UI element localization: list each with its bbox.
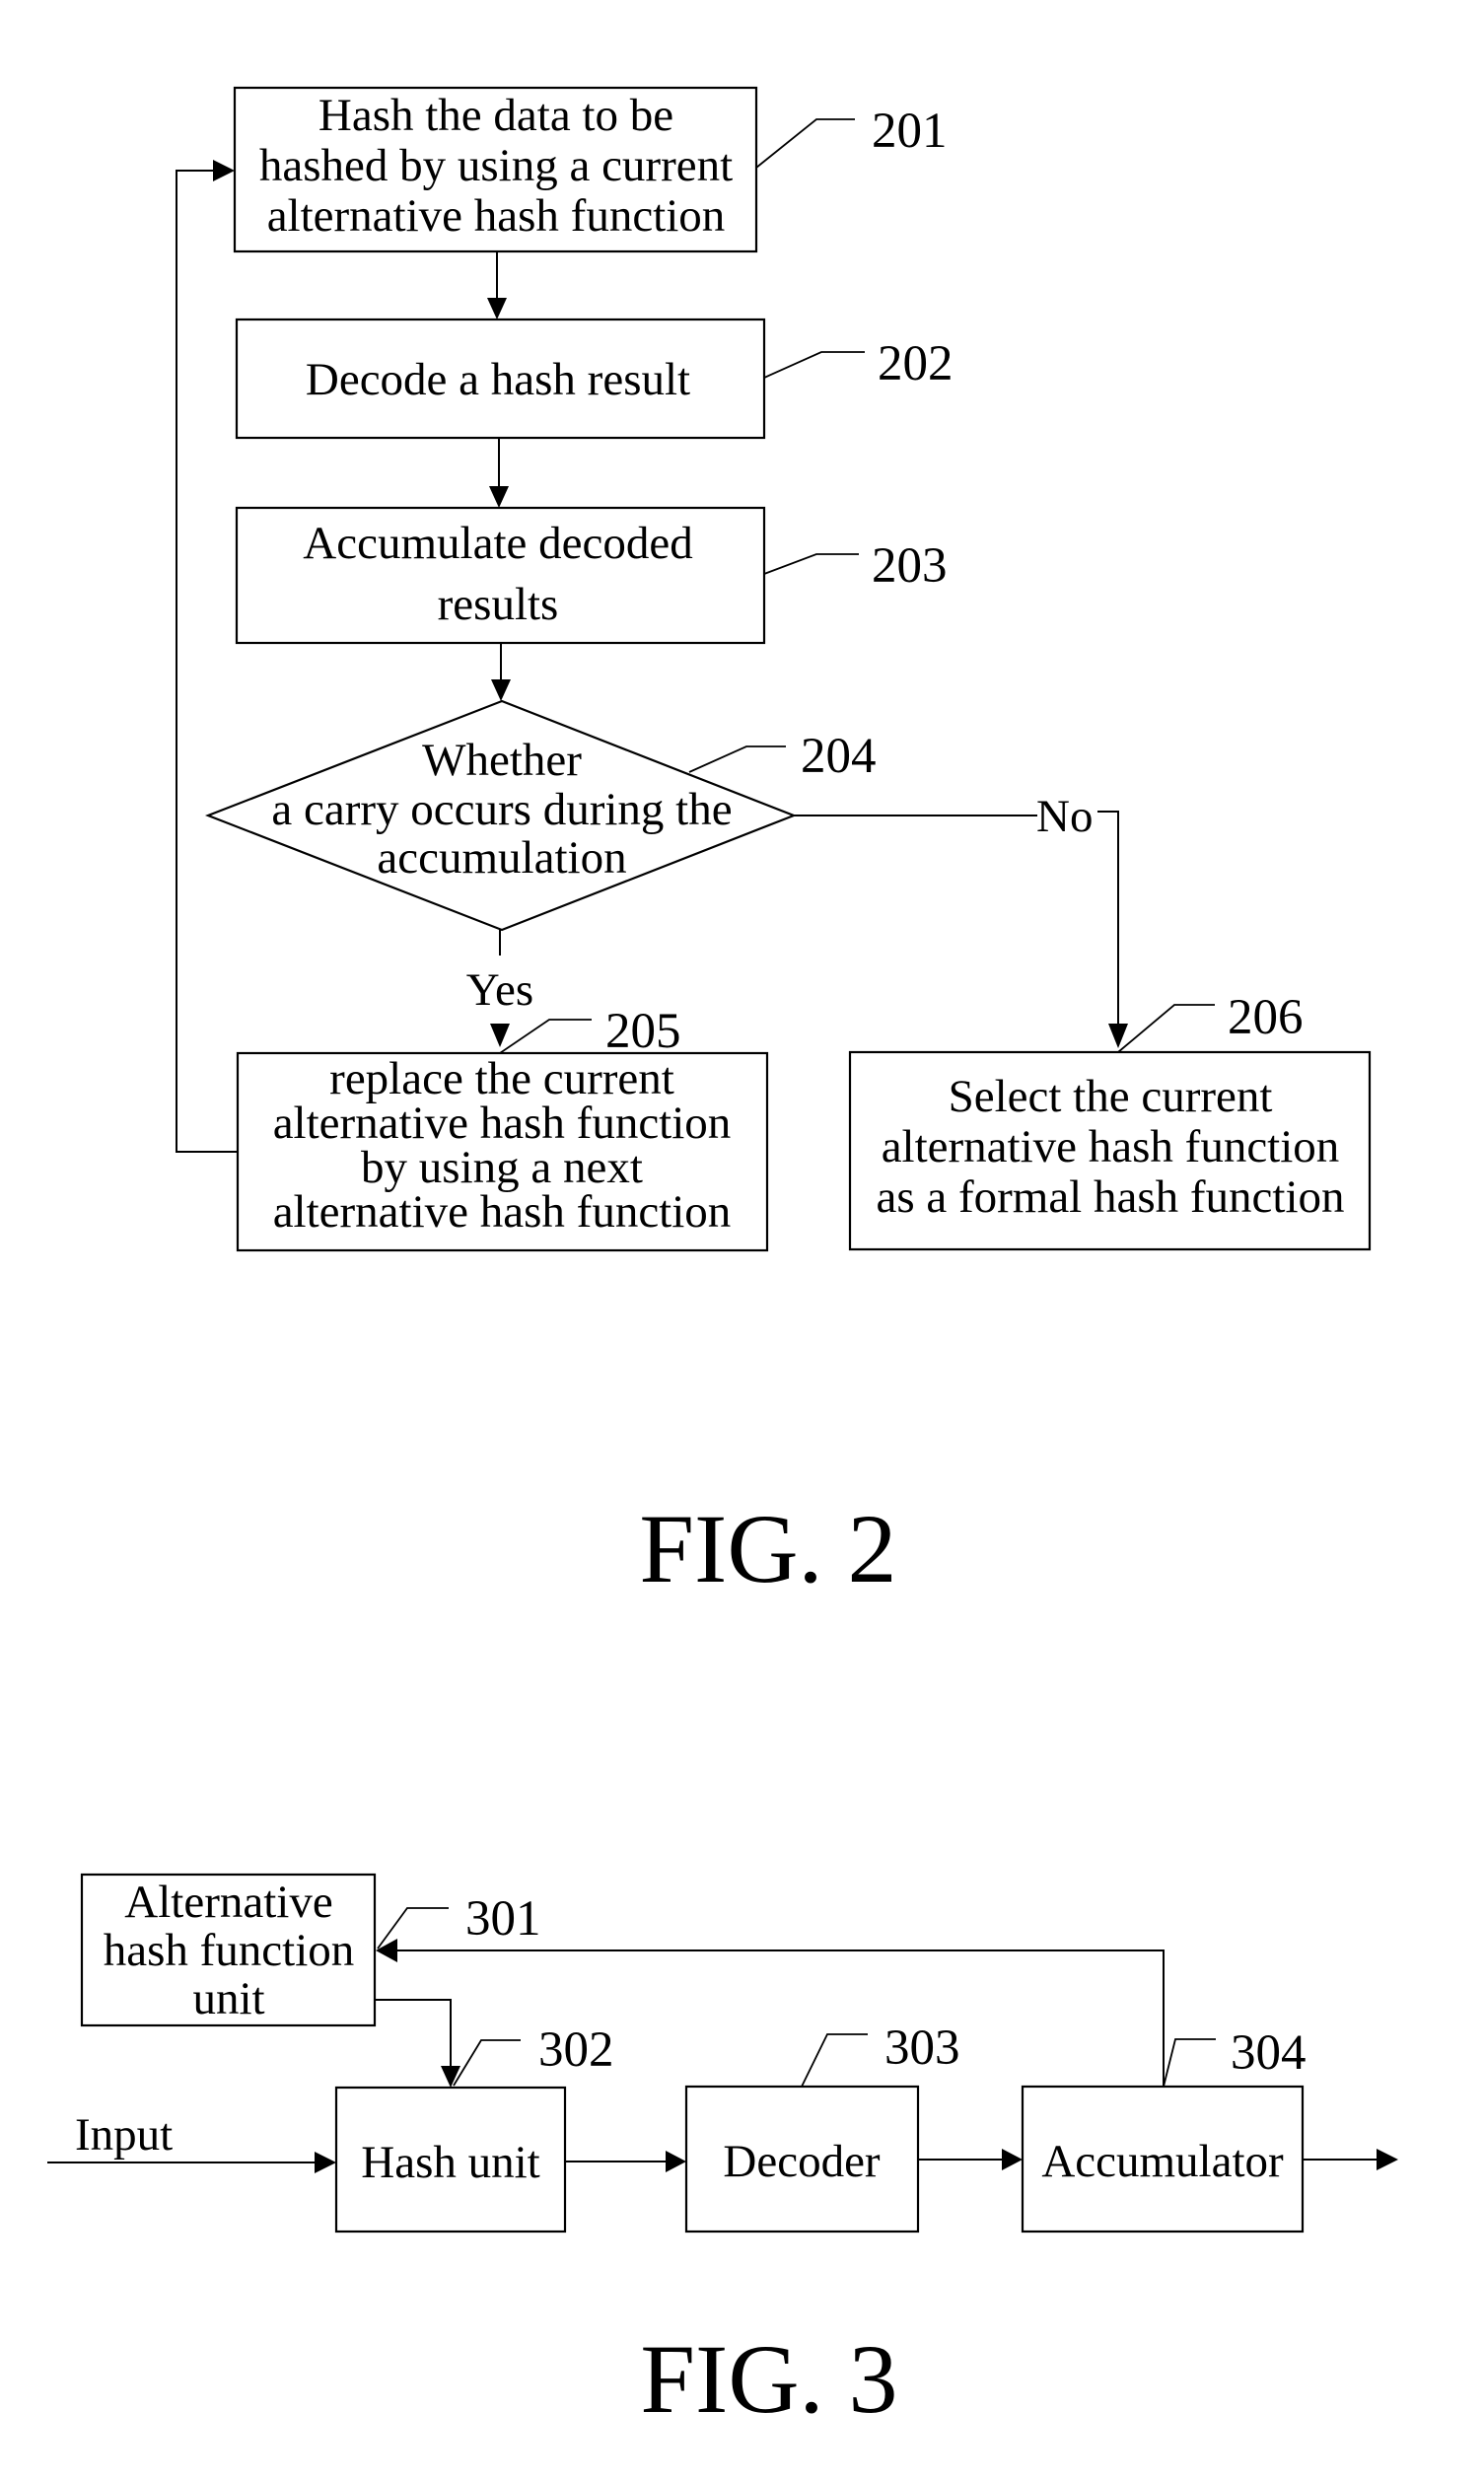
step-203-line-2: results	[438, 579, 559, 630]
ref-201-leader-line	[755, 118, 855, 169]
no-branch-label: No	[1036, 791, 1093, 842]
ref-203-leader-line	[763, 553, 859, 575]
feedback-line	[396, 1949, 1165, 2087]
step-202-box: Decode a hash result	[235, 318, 766, 440]
block-302-label: Hash unit	[361, 2137, 539, 2188]
ref-301-label: 301	[465, 1891, 541, 1947]
patent-drawing-sheet: Hash the data to be hashed by using a cu…	[47, 86, 1398, 2434]
fig3-caption: FIG. 3	[640, 2324, 897, 2434]
output-arrow-head	[1377, 2149, 1398, 2170]
arrow-203-to-204-head	[491, 679, 511, 701]
block-304-accumulator: Accumulator	[1021, 2085, 1305, 2233]
ref-302-leader-line	[453, 2039, 521, 2087]
feedback-arrow-head	[376, 1939, 397, 1962]
ref-206-leader-line	[1117, 1004, 1215, 1053]
step-206-box: Select the current alternative hash func…	[848, 1050, 1372, 1251]
ref-204-leader-line	[688, 745, 786, 773]
ref-205-label: 205	[605, 1004, 681, 1059]
block-303-label: Decoder	[723, 2136, 881, 2187]
fig3-block-diagram: Alternative hash function unit 301 Input…	[47, 1873, 1398, 2434]
step-203-line-1: Accumulate decoded	[303, 518, 692, 569]
step-205-box: replace the current alternative hash fun…	[236, 1051, 769, 1252]
step-206-line-1: Select the current	[949, 1071, 1273, 1122]
no-branch-line-vertical	[1097, 811, 1119, 1026]
ref-204-label: 204	[801, 729, 877, 784]
step-201-box: Hash the data to be hashed by using a cu…	[233, 86, 758, 253]
step-206-line-2: alternative hash function	[882, 1121, 1340, 1172]
input-label: Input	[75, 2109, 173, 2161]
arrow-201-to-202-head	[487, 298, 507, 319]
ref-303-label: 303	[884, 2020, 960, 2076]
input-arrow-head	[315, 2152, 336, 2173]
decision-204-diamond: Whether a carry occurs during the accumu…	[204, 699, 798, 932]
yes-branch-arrow-head	[490, 1024, 510, 1047]
block-301-alternative-hash-function-unit: Alternative hash function unit	[80, 1873, 377, 2027]
step-201-line-1: Hash the data to be	[318, 90, 673, 141]
yes-branch-label: Yes	[466, 964, 533, 1016]
ref-203-label: 203	[872, 538, 948, 594]
fig2-caption: FIG. 2	[639, 1494, 896, 1603]
alt-to-hash-line	[375, 1999, 452, 2067]
block-302-hash-unit: Hash unit	[334, 2086, 567, 2233]
step-201-line-2: hashed by using a current	[259, 140, 733, 191]
ref-304-leader-line	[1163, 2038, 1216, 2088]
decoder-to-accumulator-arrow-head	[1002, 2149, 1023, 2170]
step-202-line-1: Decode a hash result	[306, 354, 690, 405]
ref-202-label: 202	[878, 336, 954, 391]
decision-204-line-2: a carry occurs during the	[271, 784, 732, 835]
block-304-label: Accumulator	[1041, 2136, 1284, 2187]
step-205-line-4: alternative hash function	[273, 1186, 732, 1238]
loop-back-line	[176, 170, 238, 1153]
step-203-box: Accumulate decoded results	[235, 506, 766, 645]
ref-302-label: 302	[538, 2022, 614, 2078]
decision-204-line-3: accumulation	[377, 832, 626, 884]
decision-204-line-1: Whether	[422, 735, 582, 786]
block-301-line-3: unit	[192, 1973, 264, 2024]
ref-206-label: 206	[1228, 990, 1304, 1045]
ref-303-leader-line	[801, 2033, 868, 2088]
alt-to-hash-arrow-head	[441, 2066, 460, 2088]
ref-201-label: 201	[872, 104, 948, 159]
step-206-line-3: as a formal hash function	[876, 1171, 1344, 1223]
loop-back-arrow-head	[213, 160, 235, 181]
hash-to-decoder-arrow-head	[666, 2151, 686, 2172]
block-301-line-2: hash function	[104, 1925, 355, 1976]
ref-205-leader-line	[499, 1019, 592, 1054]
block-301-line-1: Alternative	[124, 1877, 332, 1928]
step-201-line-3: alternative hash function	[267, 190, 726, 242]
no-branch-arrow-head	[1108, 1024, 1128, 1048]
arrow-202-to-203-head	[489, 486, 509, 508]
fig2-flowchart: Hash the data to be hashed by using a cu…	[176, 86, 1372, 1603]
ref-301-leader-line	[377, 1907, 449, 1949]
ref-202-leader-line	[763, 351, 865, 379]
ref-304-label: 304	[1231, 2025, 1307, 2081]
block-303-decoder: Decoder	[684, 2085, 920, 2233]
